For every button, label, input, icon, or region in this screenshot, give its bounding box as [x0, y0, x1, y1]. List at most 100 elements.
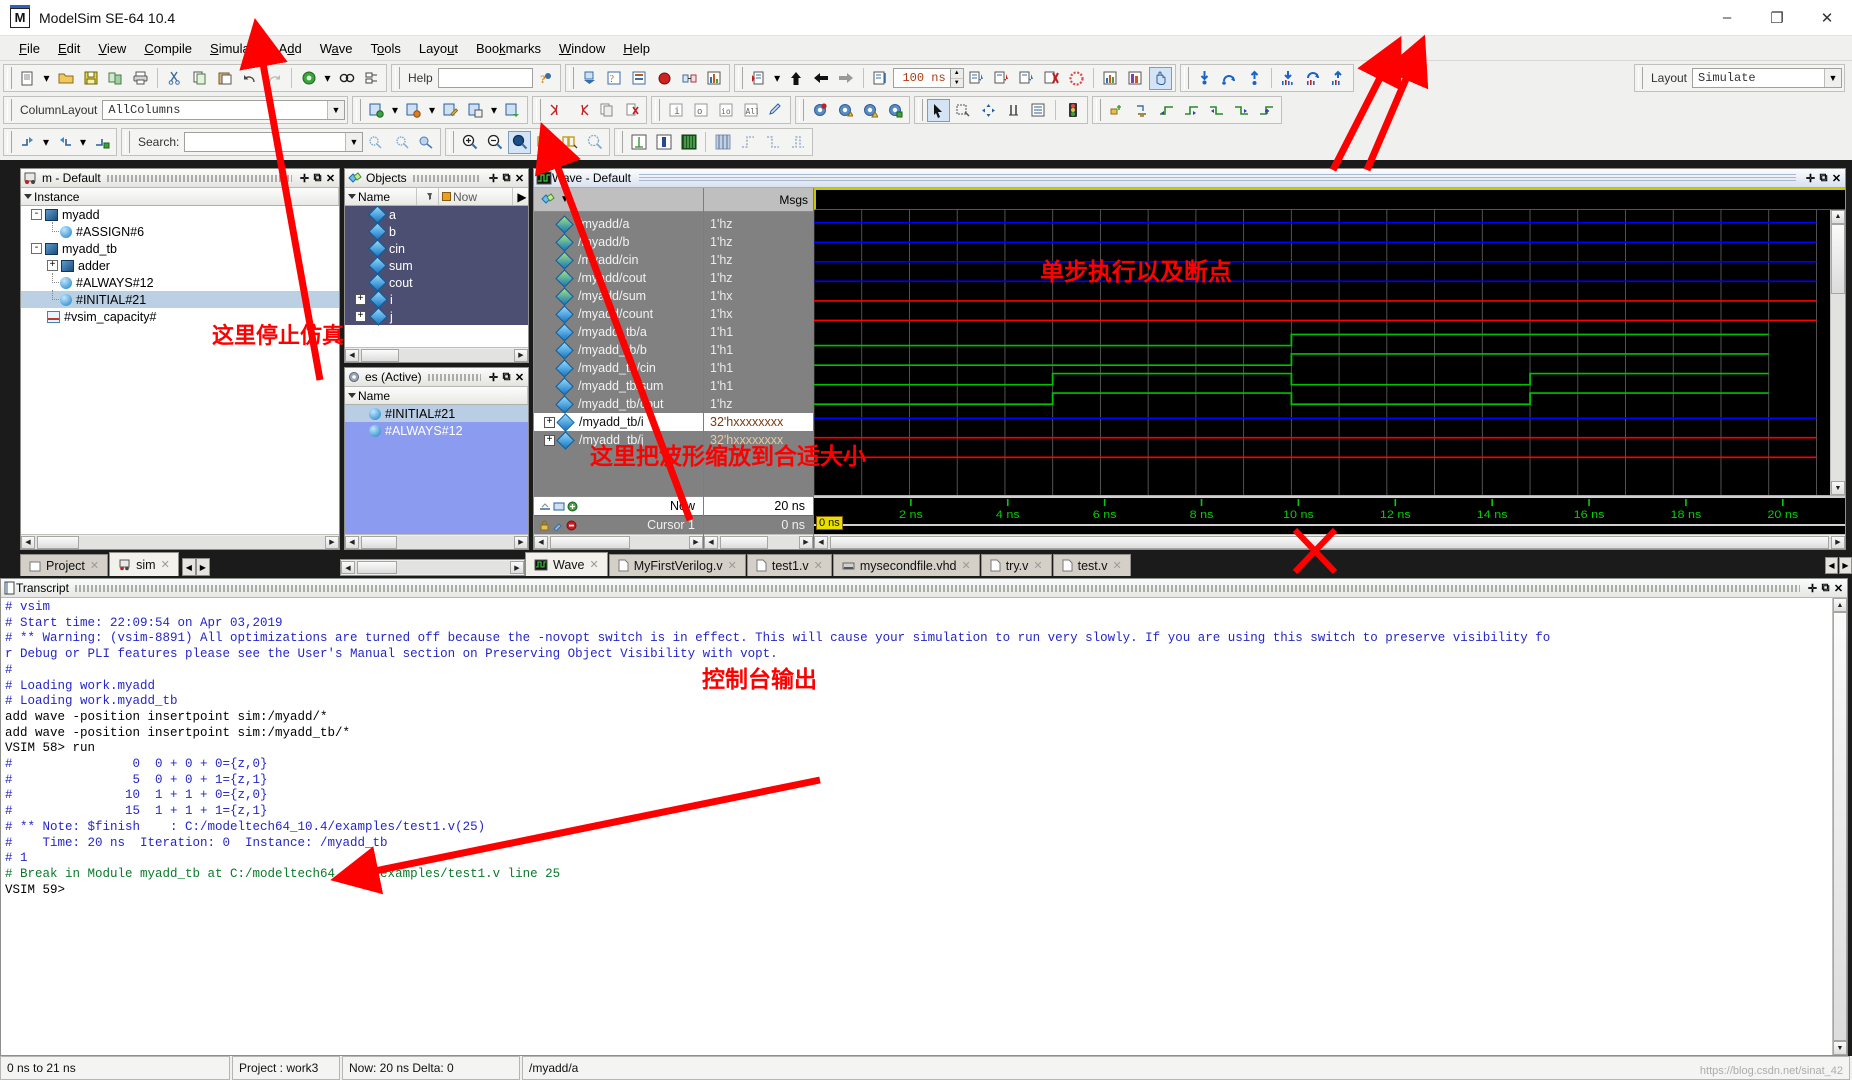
- toolbar-grip[interactable]: [618, 131, 623, 153]
- delete-wave-icon[interactable]: [620, 99, 643, 122]
- process-row-always12[interactable]: #ALWAYS#12: [345, 422, 528, 439]
- undock-icon[interactable]: ⧉: [1817, 171, 1830, 185]
- scroll-left-icon[interactable]: ◀: [704, 535, 718, 549]
- wave-name-row[interactable]: /myadd_tb/a: [534, 322, 703, 342]
- panel-grip[interactable]: [638, 173, 1796, 183]
- wave-name-row[interactable]: /myadd_tb/b: [534, 340, 703, 360]
- close-icon[interactable]: ✕: [961, 559, 970, 572]
- undock-icon[interactable]: ⧉: [1819, 581, 1832, 595]
- measure-icon[interactable]: [1002, 99, 1025, 122]
- format-bus-icon[interactable]: [677, 131, 700, 154]
- step-out-wave-icon[interactable]: [1327, 67, 1350, 90]
- object-row-cout[interactable]: cout: [345, 273, 528, 292]
- toolbar-grip[interactable]: [7, 131, 12, 153]
- tab-myfirstverilog[interactable]: MyFirstVerilog.v ✕: [608, 554, 746, 576]
- view-all-icon[interactable]: All: [739, 99, 762, 122]
- menu-file[interactable]: FFileile: [10, 38, 49, 59]
- run-all-icon[interactable]: [785, 67, 808, 90]
- hand-pan-icon[interactable]: [1148, 66, 1172, 90]
- wave-name-row[interactable]: + /myadd_tb/i: [534, 412, 703, 432]
- cursor-time-tag[interactable]: 0 ns: [816, 516, 843, 530]
- wave-mosaic-icon[interactable]: [711, 131, 734, 154]
- undo-icon[interactable]: [238, 67, 261, 90]
- tree-row-myadd[interactable]: - myadd: [21, 206, 339, 223]
- view-input-icon[interactable]: i: [664, 99, 687, 122]
- tree-row-initial21[interactable]: #INITIAL#21: [21, 290, 339, 308]
- expand-toggle[interactable]: +: [544, 434, 555, 446]
- edit-source-icon[interactable]: [439, 99, 462, 122]
- close-icon[interactable]: ✕: [1830, 171, 1843, 185]
- chevron-down-icon[interactable]: ▼: [345, 133, 362, 151]
- wave-fall-icon[interactable]: [761, 131, 784, 154]
- wave-name-row[interactable]: /myadd_tb/cin: [534, 358, 703, 378]
- gear-alert-icon[interactable]: [858, 99, 881, 122]
- collapse-signal-dropdown-icon[interactable]: ▾: [78, 131, 88, 154]
- view-inout-icon[interactable]: io: [714, 99, 737, 122]
- collapse-signal-icon[interactable]: [53, 131, 76, 154]
- expand-toggle[interactable]: -: [31, 209, 42, 220]
- new-source-dropdown-icon[interactable]: ▾: [390, 99, 400, 122]
- scroll-left-icon[interactable]: ◀: [534, 535, 548, 549]
- traffic-light-icon[interactable]: [1061, 99, 1084, 122]
- scroll-down-icon[interactable]: ▼: [1831, 481, 1845, 495]
- filter-column-header[interactable]: [417, 188, 439, 205]
- toolbar-grip[interactable]: [918, 99, 923, 121]
- close-icon[interactable]: ✕: [814, 559, 823, 572]
- wave-name-row[interactable]: /myadd/cout: [534, 268, 703, 288]
- objects-scroll-right-icon[interactable]: ▶: [513, 188, 528, 205]
- scroll-right-icon[interactable]: ▶: [510, 561, 524, 574]
- zoom-select-icon[interactable]: [952, 99, 975, 122]
- tab-try-v[interactable]: try.v ✕: [980, 554, 1052, 576]
- panel-grip[interactable]: [74, 584, 1800, 592]
- object-row-i[interactable]: + i: [345, 290, 528, 309]
- wave-name-row[interactable]: /myadd_tb/cout: [534, 394, 703, 414]
- stop-icon[interactable]: [1040, 67, 1063, 90]
- dock-add-icon[interactable]: ✛: [487, 370, 500, 384]
- menu-wave[interactable]: Wave: [311, 38, 362, 59]
- close-icon[interactable]: ✕: [161, 558, 170, 571]
- toolbar-grip[interactable]: [356, 99, 361, 121]
- simulate-icon[interactable]: ?: [603, 67, 626, 90]
- wave-name-row[interactable]: /myadd/sum: [534, 286, 703, 306]
- wave-graph-hscrollbar[interactable]: ◀ ▶: [814, 534, 1845, 549]
- wave-name-row[interactable]: /myadd_tb/sum: [534, 376, 703, 396]
- panel-grip[interactable]: [412, 174, 481, 182]
- scroll-track[interactable]: [828, 535, 1831, 549]
- scroll-track[interactable]: [355, 561, 510, 574]
- menu-simulate[interactable]: Simulate: [201, 38, 270, 59]
- tab-scroll-right-icon[interactable]: ▶: [195, 558, 210, 576]
- toolbar-grip[interactable]: [125, 131, 130, 153]
- close-icon[interactable]: ✕: [1832, 581, 1845, 595]
- menu-help[interactable]: Help: [614, 38, 659, 59]
- run-length-input[interactable]: 100 ns: [892, 68, 951, 88]
- objects-hscrollbar[interactable]: ◀ ▶: [345, 347, 528, 362]
- scroll-right-icon[interactable]: ▶: [325, 535, 339, 549]
- transcript-text[interactable]: # vsim # Start time: 22:09:54 on Apr 03,2…: [1, 598, 1832, 1055]
- gear-ok-icon[interactable]: [883, 99, 906, 122]
- copy-wave-icon[interactable]: [595, 99, 618, 122]
- zoom-cursor-range-icon[interactable]: [558, 131, 581, 154]
- run-length-stepper[interactable]: ▲ ▼: [950, 68, 964, 88]
- run-next-icon[interactable]: [835, 67, 858, 90]
- format-literal-icon[interactable]: [627, 131, 650, 154]
- save-source-icon[interactable]: [464, 99, 487, 122]
- step-over-icon[interactable]: [1218, 67, 1241, 90]
- column-layout-combo[interactable]: AllColumns ▼: [102, 100, 345, 120]
- wave-signal-names[interactable]: /myadd/a /myadd/b /myadd/cin /myadd/cout…: [534, 212, 703, 496]
- close-icon[interactable]: ✕: [513, 171, 526, 185]
- close-icon[interactable]: ✕: [590, 558, 599, 571]
- compile-all-icon[interactable]: [578, 67, 601, 90]
- wave-edge-left-icon[interactable]: [1155, 99, 1178, 122]
- ground-wave-icon[interactable]: [1130, 99, 1153, 122]
- menu-compile[interactable]: Compile: [135, 38, 201, 59]
- step-into-icon[interactable]: [1193, 67, 1216, 90]
- break-icon[interactable]: [653, 67, 676, 90]
- toolbar-grip[interactable]: [737, 67, 743, 89]
- tab-sim[interactable]: sim ✕: [109, 552, 179, 576]
- scroll-right-icon[interactable]: ▶: [799, 535, 813, 549]
- menu-window[interactable]: Window: [550, 38, 614, 59]
- new-file-dropdown-icon[interactable]: ▾: [41, 67, 52, 90]
- cut-icon[interactable]: [163, 67, 186, 90]
- scroll-right-icon[interactable]: ▶: [514, 535, 528, 549]
- tab-scroll-buttons[interactable]: ◀ ▶: [181, 558, 210, 576]
